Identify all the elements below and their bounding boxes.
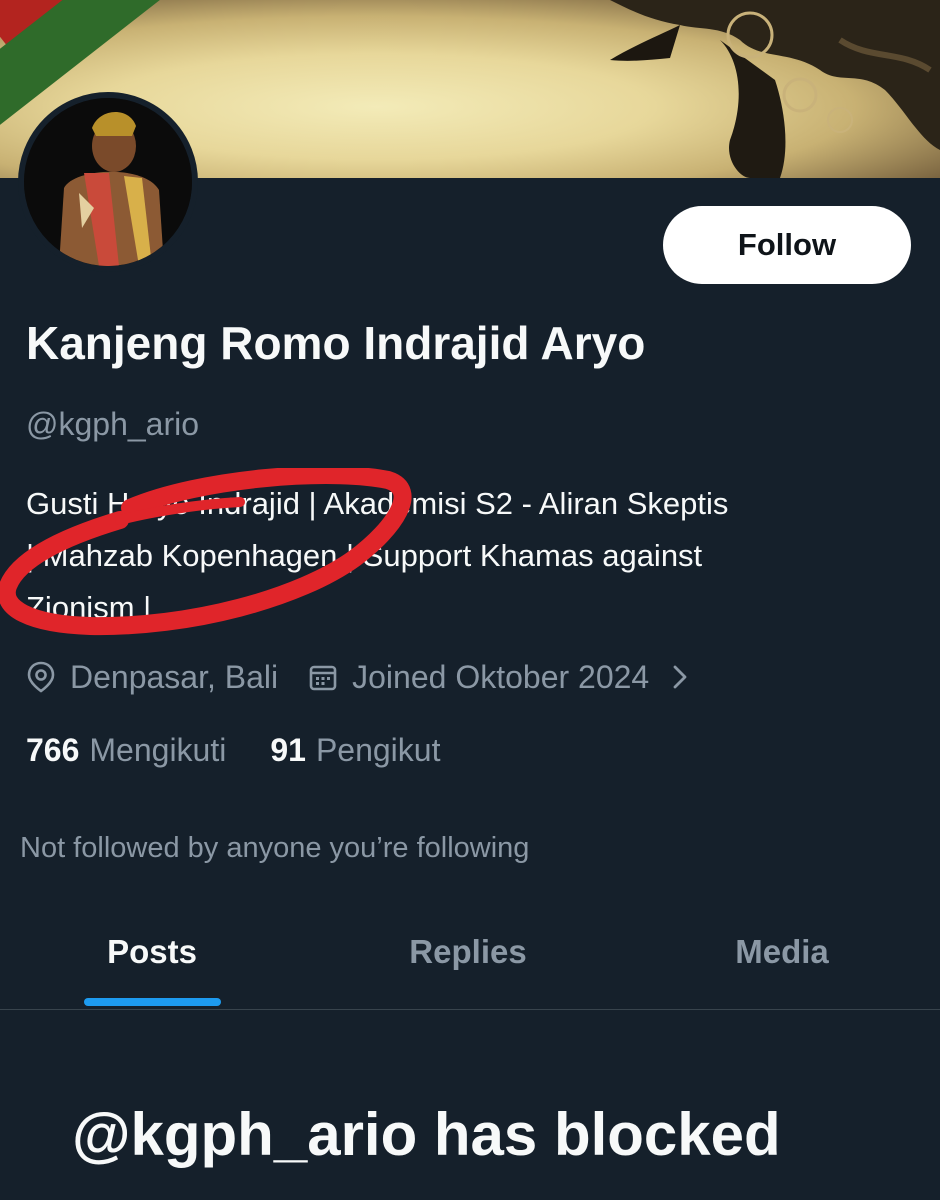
blocked-message: @kgph_ario has blocked	[72, 1101, 781, 1168]
following-label: Mengikuti	[89, 732, 227, 768]
follow-counts: 766 Mengikuti 91 Pengikut	[26, 732, 440, 769]
profile-tabs: Posts Replies Media	[0, 905, 940, 1010]
location-pin-icon	[27, 661, 55, 693]
wayang-figure-image	[610, 0, 940, 178]
followers-link[interactable]: 91 Pengikut	[270, 732, 440, 769]
profile-display-name: Kanjeng Romo Indrajid Aryo	[26, 317, 646, 369]
chevron-right-icon	[673, 665, 687, 689]
mutual-followers-text: Not followed by anyone you’re following	[20, 832, 530, 864]
bio-line: | Mahzab Kopenhagen | Support Khamas aga…	[26, 538, 703, 573]
following-link[interactable]: 766 Mengikuti	[26, 732, 226, 769]
followers-label: Pengikut	[315, 732, 441, 768]
location-item: Denpasar, Bali	[26, 659, 278, 696]
tab-media[interactable]: Media	[735, 933, 829, 971]
bio-line: Zionism |	[26, 590, 152, 625]
followers-count: 91	[270, 732, 306, 768]
tab-posts[interactable]: Posts	[107, 933, 197, 971]
tab-replies[interactable]: Replies	[409, 933, 526, 971]
profile-meta-row: Denpasar, Bali Joined Oktober 2024	[26, 652, 703, 702]
following-count: 766	[26, 732, 80, 768]
calendar-icon	[309, 665, 337, 691]
location-text: Denpasar, Bali	[70, 658, 279, 695]
profile-avatar[interactable]	[18, 92, 198, 272]
joined-text: Joined Oktober 2024	[352, 658, 650, 695]
follow-button[interactable]: Follow	[663, 206, 911, 284]
active-tab-indicator	[84, 998, 221, 1006]
joined-item[interactable]: Joined Oktober 2024	[308, 659, 703, 696]
profile-bio: Gusti Haryo Indrajid | Akademisi S2 - Al…	[26, 478, 906, 634]
avatar-photo	[24, 98, 192, 266]
bio-line: Gusti Haryo Indrajid | Akademisi S2 - Al…	[26, 486, 729, 521]
profile-handle: @kgph_ario	[26, 406, 200, 442]
